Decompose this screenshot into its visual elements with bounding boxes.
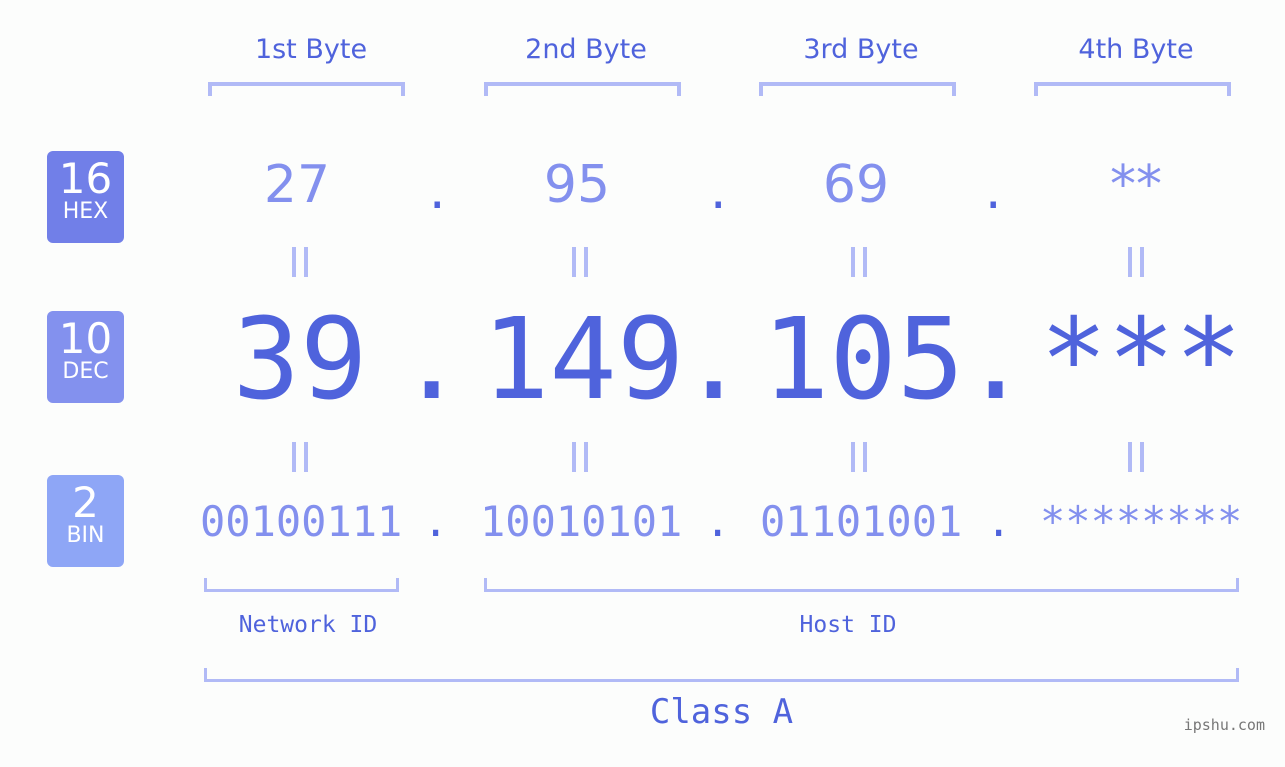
bin-separator-2: . <box>705 497 731 546</box>
bin-badge: 2 BIN <box>47 475 124 567</box>
bin-separator-3: . <box>986 497 1012 546</box>
hex-separator-2: . <box>705 168 732 219</box>
hex-byte-2: 95 <box>543 155 611 215</box>
watermark: ipshu.com <box>1183 716 1265 734</box>
equals-mark <box>280 246 320 286</box>
host-id-label: Host ID <box>799 612 897 638</box>
bin-separator-1: . <box>423 497 449 546</box>
byte-header-3: 3rd Byte <box>803 34 919 65</box>
host-id-bracket <box>484 578 1239 592</box>
class-label: Class A <box>649 692 794 732</box>
equals-mark <box>839 246 879 286</box>
network-id-label: Network ID <box>238 612 378 638</box>
bin-byte-4: ******** <box>1040 497 1243 546</box>
hex-separator-3: . <box>980 168 1007 219</box>
hex-byte-1: 27 <box>263 155 331 215</box>
hex-separator-1: . <box>424 168 451 219</box>
byte-bracket-2 <box>484 82 681 96</box>
byte-header-2: 2nd Byte <box>525 34 647 65</box>
dec-separator-1: . <box>398 295 466 425</box>
dec-separator-2: . <box>680 295 748 425</box>
hex-byte-3: 69 <box>822 155 890 215</box>
hex-base-number: 16 <box>58 154 113 203</box>
network-id-bracket <box>204 578 399 592</box>
bin-base-label: BIN <box>66 523 105 548</box>
equals-mark <box>280 441 320 481</box>
equals-mark <box>560 246 600 286</box>
bin-byte-2: 10010101 <box>480 497 683 546</box>
bin-base-number: 2 <box>72 478 99 527</box>
hex-badge: 16 HEX <box>47 151 124 243</box>
hex-byte-4: ** <box>1110 155 1162 215</box>
bin-byte-3: 01101001 <box>760 497 963 546</box>
dec-base-number: 10 <box>58 314 113 363</box>
dec-byte-4: *** <box>1040 295 1243 425</box>
dec-badge: 10 DEC <box>47 311 124 403</box>
byte-bracket-3 <box>759 82 956 96</box>
dec-byte-1: 39 <box>232 295 368 425</box>
byte-header-4: 4th Byte <box>1078 34 1194 65</box>
dec-separator-3: . <box>962 295 1030 425</box>
dec-base-label: DEC <box>62 359 109 384</box>
byte-bracket-4 <box>1034 82 1231 96</box>
byte-header-1: 1st Byte <box>254 34 368 65</box>
dec-byte-3: 105 <box>762 295 965 425</box>
bin-byte-1: 00100111 <box>200 497 403 546</box>
class-bracket <box>204 668 1239 682</box>
dec-byte-2: 149 <box>482 295 685 425</box>
hex-base-label: HEX <box>62 199 109 224</box>
equals-mark <box>1116 246 1156 286</box>
byte-bracket-1 <box>208 82 405 96</box>
equals-mark <box>839 441 879 481</box>
equals-mark <box>1116 441 1156 481</box>
equals-mark <box>560 441 600 481</box>
